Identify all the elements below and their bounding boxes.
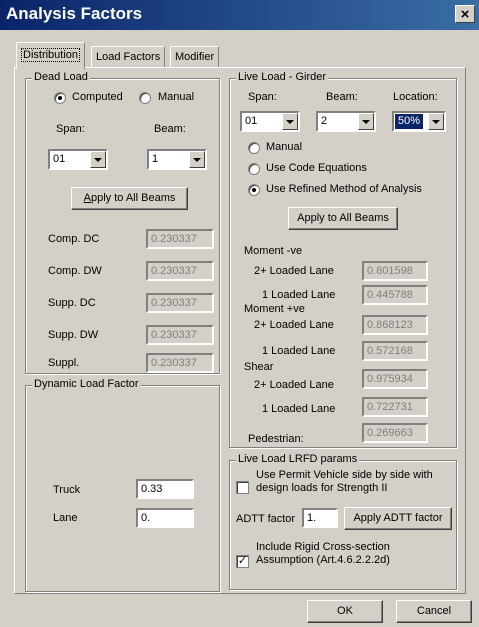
- moment-pos-one-lane-label: 1 Loaded Lane: [262, 345, 336, 357]
- tab-distribution[interactable]: Distribution: [16, 42, 86, 69]
- shear-two-lane-label: 2+ Loaded Lane: [254, 379, 334, 391]
- girder-apply-all-button[interactable]: Apply to All Beams: [288, 207, 398, 230]
- girder-manual-radio[interactable]: [248, 142, 260, 154]
- dead-beam-select[interactable]: 1: [147, 149, 207, 170]
- chevron-down-icon[interactable]: [90, 151, 106, 168]
- comp-dc-label: Comp. DC: [48, 233, 100, 245]
- lrfd-params-group: Live Load LRFD params Use Permit Vehicle…: [229, 453, 457, 590]
- chevron-down-icon[interactable]: [282, 113, 298, 130]
- ok-button[interactable]: OK: [307, 600, 383, 623]
- supp-dw-field[interactable]: 0.230337: [146, 325, 214, 345]
- girder-manual-label[interactable]: Manual: [266, 141, 302, 153]
- girder-beam-select[interactable]: 2: [316, 111, 376, 132]
- manual-radio[interactable]: [139, 92, 151, 104]
- window-title: Analysis Factors: [6, 4, 143, 23]
- lrfd-params-title: Live Load LRFD params: [236, 453, 360, 465]
- lane-label: Lane: [53, 512, 78, 524]
- moment-neg-one-lane-label: 1 Loaded Lane: [262, 289, 336, 301]
- computed-label[interactable]: Computed: [72, 91, 123, 103]
- cancel-button[interactable]: Cancel: [396, 600, 472, 623]
- close-icon[interactable]: ×: [455, 5, 475, 23]
- tab-load-factors[interactable]: Load Factors: [91, 46, 166, 68]
- suppl-label: Suppl.: [48, 357, 80, 369]
- dead-load-group: Dead Load Computed Manual Span: Beam: 01…: [25, 71, 220, 374]
- permit-vehicle-label-2[interactable]: design loads for Strength II: [256, 482, 387, 494]
- girder-location-label: Location:: [393, 91, 438, 103]
- girder-location-select[interactable]: 50%: [392, 111, 446, 132]
- girder-beam-label: Beam:: [326, 91, 358, 103]
- dynamic-load-title: Dynamic Load Factor: [32, 378, 141, 390]
- code-equations-label[interactable]: Use Code Equations: [266, 162, 367, 174]
- lane-input[interactable]: 0.: [136, 508, 194, 528]
- permit-vehicle-label-1[interactable]: Use Permit Vehicle side by side with: [256, 469, 433, 481]
- beam-label: Beam:: [154, 123, 186, 135]
- moment-pos-one-lane-field[interactable]: 0.572168: [362, 341, 428, 361]
- refined-method-radio[interactable]: [248, 184, 260, 196]
- shear-label: Shear: [244, 361, 274, 373]
- span-label: Span:: [56, 123, 85, 135]
- permit-vehicle-checkbox[interactable]: [236, 481, 249, 494]
- adtt-factor-label: ADTT factor: [236, 513, 296, 525]
- moment-pos-two-lane-field[interactable]: 0.868123: [362, 315, 428, 335]
- distribution-panel: Dead Load Computed Manual Span: Beam: 01…: [14, 67, 466, 594]
- dead-load-title: Dead Load: [32, 71, 90, 83]
- dead-span-select[interactable]: 01: [48, 149, 108, 170]
- pedestrian-field[interactable]: 0.269663: [362, 423, 428, 443]
- moment-neg-one-lane-field[interactable]: 0.445788: [362, 285, 428, 305]
- rigid-cross-section-label-2[interactable]: Assumption (Art.4.6.2.2.2d): [256, 554, 390, 566]
- girder-span-select[interactable]: 01: [240, 111, 300, 132]
- truck-label: Truck: [53, 484, 81, 496]
- pedestrian-label: Pedestrian:: [248, 433, 304, 445]
- chevron-down-icon[interactable]: [358, 113, 374, 130]
- moment-pos-two-lane-label: 2+ Loaded Lane: [254, 319, 334, 331]
- truck-input[interactable]: 0.33: [136, 479, 194, 499]
- comp-dw-field[interactable]: 0.230337: [146, 261, 214, 281]
- rigid-cross-section-label-1[interactable]: Include Rigid Cross-section: [256, 541, 390, 553]
- shear-one-lane-label: 1 Loaded Lane: [262, 403, 336, 415]
- refined-method-label[interactable]: Use Refined Method of Analysis: [266, 183, 422, 195]
- manual-label[interactable]: Manual: [158, 91, 194, 103]
- live-load-girder-title: Live Load - Girder: [236, 71, 329, 83]
- computed-radio[interactable]: [54, 92, 66, 104]
- moment-pos-label: Moment +ve: [244, 303, 305, 315]
- dynamic-load-group: Dynamic Load Factor Truck 0.33 Lane 0.: [25, 378, 220, 592]
- suppl-field[interactable]: 0.230337: [146, 353, 214, 373]
- moment-neg-two-lane-label: 2+ Loaded Lane: [254, 265, 334, 277]
- supp-dw-label: Supp. DW: [48, 329, 99, 341]
- comp-dw-label: Comp. DW: [48, 265, 102, 277]
- dead-apply-all-button[interactable]: Apply to All Beams: [71, 187, 188, 210]
- moment-neg-two-lane-field[interactable]: 0.801598: [362, 261, 428, 281]
- tab-modifier[interactable]: Modifier: [170, 46, 220, 68]
- comp-dc-field[interactable]: 0.230337: [146, 229, 214, 249]
- rigid-cross-section-checkbox[interactable]: ✓: [236, 555, 249, 568]
- girder-span-label: Span:: [248, 91, 277, 103]
- shear-one-lane-field[interactable]: 0.722731: [362, 397, 428, 417]
- shear-two-lane-field[interactable]: 0.975934: [362, 369, 428, 389]
- supp-dc-field[interactable]: 0.230337: [146, 293, 214, 313]
- adtt-factor-input[interactable]: 1.: [302, 508, 338, 528]
- chevron-down-icon[interactable]: [428, 113, 444, 130]
- live-load-girder-group: Live Load - Girder Span: Beam: Location:…: [229, 71, 457, 448]
- moment-neg-label: Moment -ve: [244, 245, 303, 257]
- apply-adtt-button[interactable]: Apply ADTT factor: [344, 507, 452, 530]
- code-equations-radio[interactable]: [248, 163, 260, 175]
- supp-dc-label: Supp. DC: [48, 297, 96, 309]
- title-bar: Analysis Factors ×: [0, 0, 479, 30]
- chevron-down-icon[interactable]: [189, 151, 205, 168]
